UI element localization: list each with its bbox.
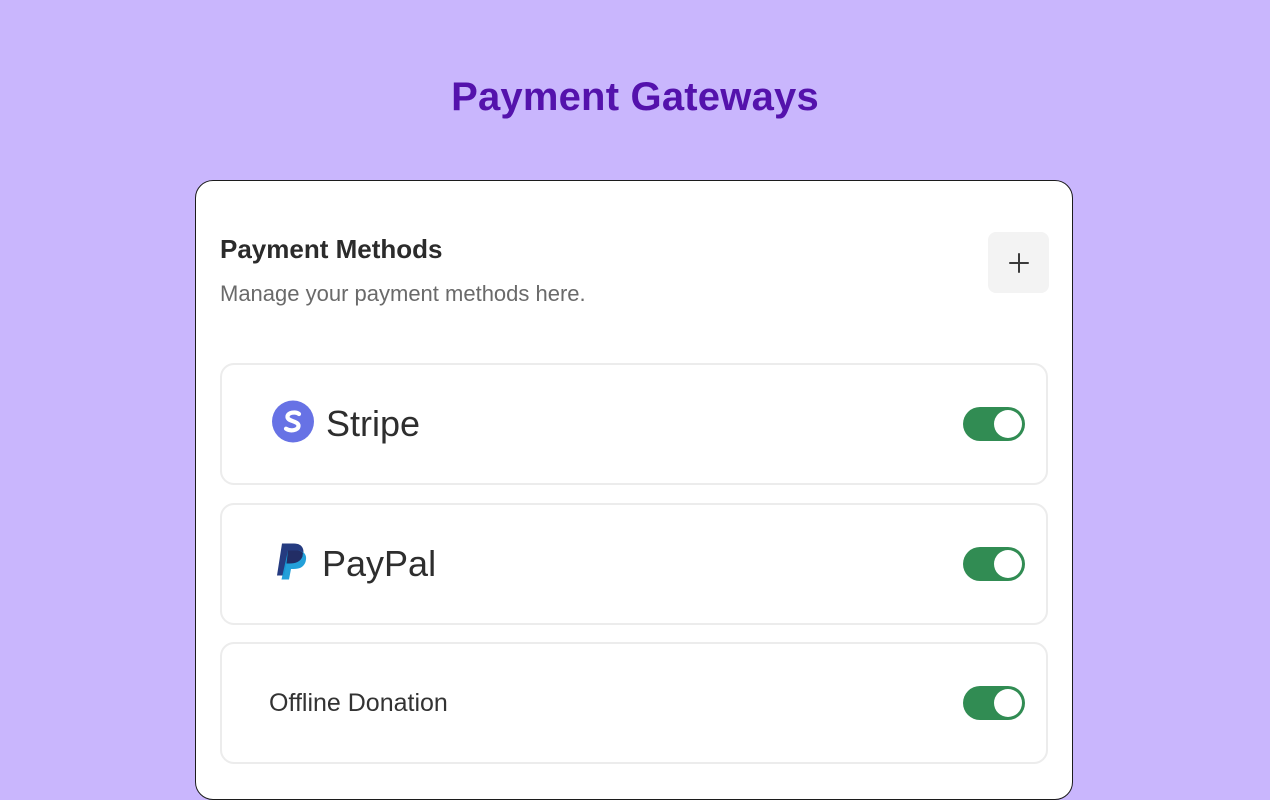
paypal-toggle[interactable]	[963, 547, 1025, 581]
paypal-name: PayPal	[322, 543, 437, 584]
stripe-name: Stripe	[326, 403, 421, 444]
toggle-knob	[994, 689, 1022, 717]
stripe-logo-icon	[272, 400, 314, 448]
paypal-logo-icon	[276, 543, 308, 586]
stripe-toggle[interactable]	[963, 407, 1025, 441]
page-title: Payment Gateways	[451, 75, 819, 119]
payment-methods-card: Payment Methods Manage your payment meth…	[195, 180, 1073, 800]
toggle-knob	[994, 410, 1022, 438]
card-title: Payment Methods	[220, 234, 443, 264]
payment-method-row-paypal: PayPal	[220, 503, 1048, 625]
add-payment-method-button[interactable]	[988, 232, 1049, 293]
card-subtitle: Manage your payment methods here.	[220, 281, 586, 306]
offline-donation-toggle[interactable]	[963, 686, 1025, 720]
payment-method-row-offline-donation: Offline Donation	[220, 642, 1048, 764]
offline-donation-name: Offline Donation	[269, 689, 448, 717]
plus-icon	[1008, 252, 1030, 274]
payment-method-row-stripe: Stripe	[220, 363, 1048, 485]
toggle-knob	[994, 550, 1022, 578]
